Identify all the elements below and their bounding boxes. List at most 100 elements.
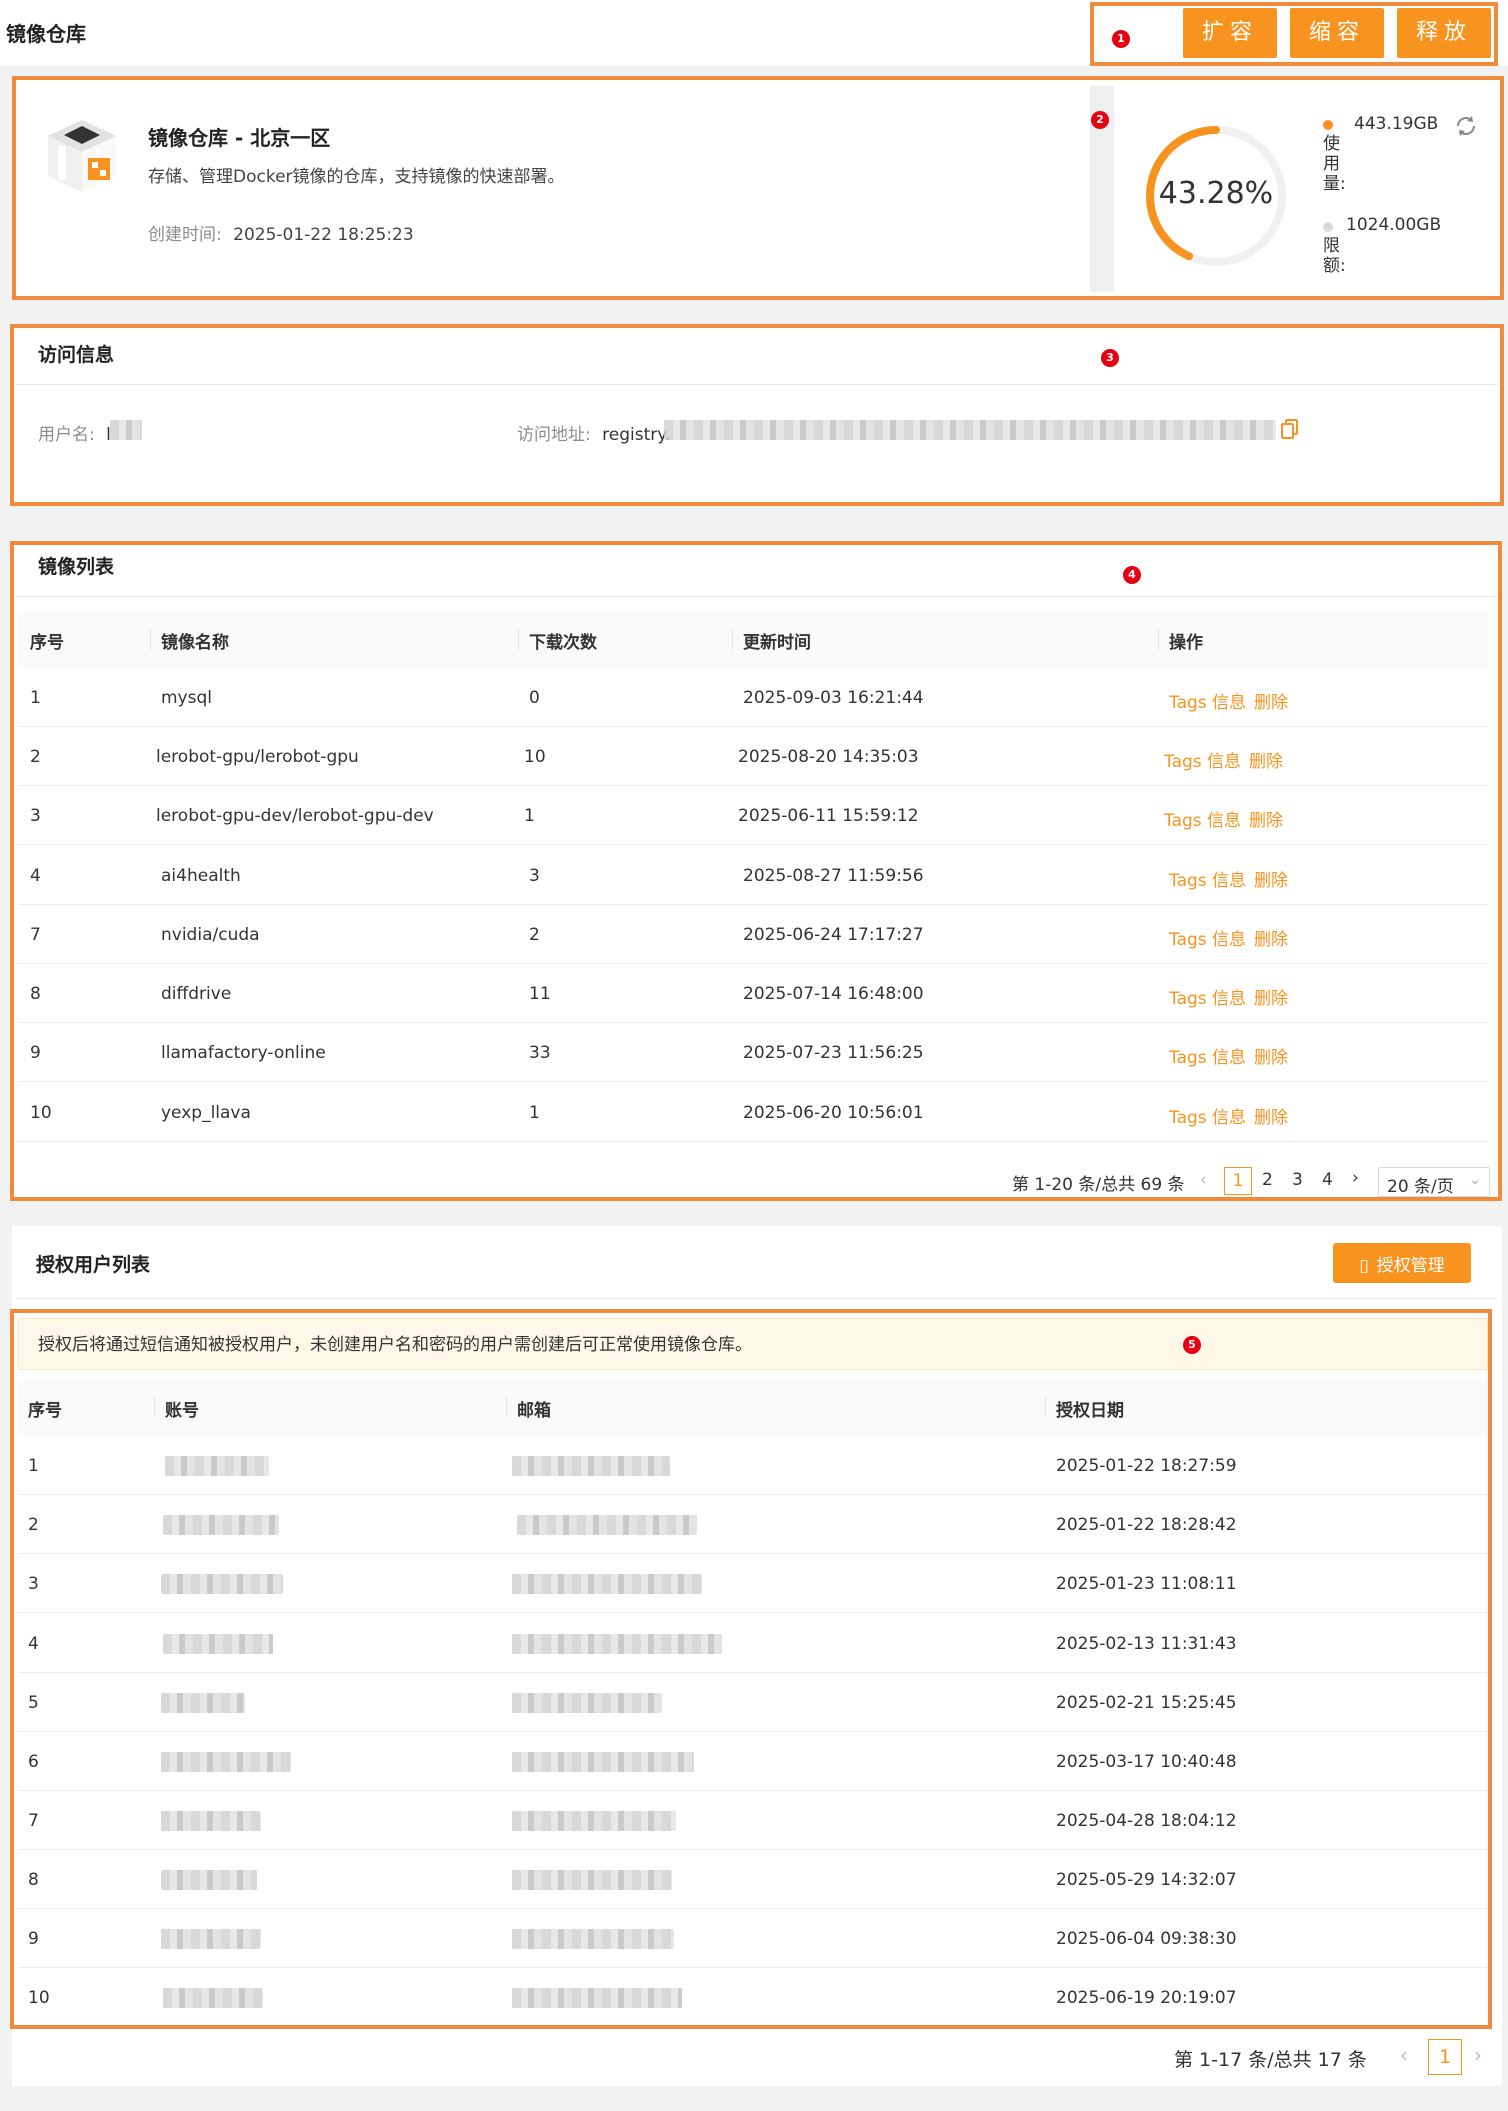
tags-info-link[interactable]: Tags 信息 — [1169, 984, 1246, 1009]
delete-link[interactable]: 删除 — [1254, 1043, 1288, 1068]
auth-col-sep-2 — [506, 1396, 507, 1418]
address-row: 访问地址: registry. — [517, 420, 670, 445]
usage-percent: 43.28% — [1158, 176, 1274, 211]
tags-info-link[interactable]: Tags 信息 — [1169, 1043, 1246, 1068]
row-divider — [18, 726, 1488, 727]
auth-col-index: 序号 — [28, 1401, 62, 1421]
email-redacted — [512, 1811, 676, 1831]
row-divider — [18, 1672, 1488, 1673]
image-downloads: 33 — [529, 1043, 551, 1063]
auth-index: 5 — [28, 1693, 39, 1713]
expand-button[interactable]: 扩容 — [1183, 8, 1277, 58]
row-divider — [18, 1081, 1488, 1082]
copy-icon[interactable] — [1280, 418, 1300, 440]
image-name: nvidia/cuda — [161, 925, 260, 945]
image-col-sep-2 — [518, 628, 519, 650]
delete-link[interactable]: 删除 — [1254, 984, 1288, 1009]
auth-col-sep-1 — [154, 1396, 155, 1418]
annotation-marker-4: 4 — [1123, 566, 1141, 584]
access-divider — [16, 384, 1498, 385]
image-col-updated: 更新时间 — [743, 633, 811, 653]
auth-users-title: 授权用户列表 — [36, 1254, 151, 1276]
username-row: 用户名: l — [38, 420, 111, 445]
tags-info-link[interactable]: Tags 信息 — [1169, 866, 1246, 891]
account-redacted — [161, 1929, 261, 1949]
next-page-icon[interactable]: › — [1352, 1168, 1359, 1188]
auth-date: 2025-02-21 15:25:45 — [1056, 1693, 1237, 1713]
delete-link[interactable]: 删除 — [1249, 806, 1283, 831]
delete-link[interactable]: 删除 — [1254, 1103, 1288, 1128]
image-pagination-summary: 第 1-20 条/总共 69 条 — [1012, 1175, 1185, 1195]
image-page-4[interactable]: 4 — [1322, 1170, 1333, 1190]
image-name: mysql — [161, 688, 212, 708]
email-redacted — [512, 1870, 672, 1890]
delete-link[interactable]: 删除 — [1249, 747, 1283, 772]
image-page-2[interactable]: 2 — [1262, 1170, 1273, 1190]
row-divider — [18, 1141, 1488, 1142]
image-index: 1 — [30, 688, 41, 708]
prev-page-icon[interactable]: ‹ — [1200, 1170, 1207, 1190]
refresh-icon[interactable] — [1454, 114, 1478, 138]
auth-date: 2025-01-23 11:08:11 — [1056, 1574, 1237, 1594]
repo-description: 存储、管理Docker镜像的仓库，支持镜像的快速部署。 — [148, 167, 565, 187]
image-index: 4 — [30, 866, 41, 886]
release-button[interactable]: 释放 — [1397, 8, 1491, 58]
email-redacted — [512, 1752, 694, 1772]
limit-value: 1024.00GB — [1346, 215, 1442, 235]
document-icon: ▯ — [1359, 1255, 1369, 1276]
account-redacted — [161, 1811, 261, 1831]
page-size-select[interactable]: 20 条/页 ⌄ — [1378, 1167, 1490, 1197]
auth-index: 9 — [28, 1929, 39, 1949]
row-divider — [18, 1612, 1488, 1613]
auth-index: 2 — [28, 1515, 39, 1535]
image-updated: 2025-06-24 17:17:27 — [743, 925, 924, 945]
tags-info-link[interactable]: Tags 信息 — [1169, 688, 1246, 713]
limit-legend-dot — [1323, 222, 1333, 232]
account-redacted — [161, 1693, 245, 1713]
auth-date: 2025-01-22 18:27:59 — [1056, 1456, 1237, 1476]
image-page-3[interactable]: 3 — [1292, 1170, 1303, 1190]
email-redacted — [512, 1988, 682, 2008]
delete-link[interactable]: 删除 — [1254, 688, 1288, 713]
image-name: diffdrive — [161, 984, 232, 1004]
image-updated: 2025-08-27 11:59:56 — [743, 866, 924, 886]
row-divider — [18, 1731, 1488, 1732]
tags-info-link[interactable]: Tags 信息 — [1169, 925, 1246, 950]
image-col-sep-4 — [1158, 628, 1159, 650]
annotation-marker-3: 3 — [1101, 349, 1119, 367]
auth-date: 2025-03-17 10:40:48 — [1056, 1752, 1237, 1772]
image-page-1[interactable]: 1 — [1224, 1167, 1252, 1195]
shrink-button[interactable]: 缩容 — [1290, 8, 1384, 58]
address-label: 访问地址: — [517, 425, 591, 445]
image-col-sep-1 — [150, 628, 151, 650]
image-downloads: 10 — [524, 747, 546, 767]
auth-next-page-icon[interactable]: › — [1474, 2043, 1482, 2067]
row-divider — [18, 904, 1488, 905]
image-col-actions: 操作 — [1169, 633, 1203, 653]
image-name: lerobot-gpu-dev/lerobot-gpu-dev — [156, 806, 434, 826]
image-updated: 2025-08-20 14:35:03 — [738, 747, 919, 767]
image-index: 2 — [30, 747, 41, 767]
row-divider — [18, 963, 1488, 964]
tags-info-link[interactable]: Tags 信息 — [1169, 1103, 1246, 1128]
delete-link[interactable]: 删除 — [1254, 925, 1288, 950]
account-redacted — [165, 1456, 269, 1476]
auth-prev-page-icon[interactable]: ‹ — [1400, 2043, 1408, 2067]
image-index: 10 — [30, 1103, 52, 1123]
auth-page-1[interactable]: 1 — [1428, 2039, 1462, 2075]
auth-index: 4 — [28, 1634, 39, 1654]
image-updated: 2025-06-20 10:56:01 — [743, 1103, 924, 1123]
row-divider — [18, 1494, 1488, 1495]
auth-date: 2025-04-28 18:04:12 — [1056, 1811, 1237, 1831]
image-downloads: 0 — [529, 688, 540, 708]
email-redacted — [512, 1574, 702, 1594]
tags-info-link[interactable]: Tags 信息 — [1164, 806, 1241, 831]
auth-manage-button[interactable]: ▯ 授权管理 — [1333, 1243, 1471, 1283]
row-divider — [18, 1553, 1488, 1554]
auth-col-date: 授权日期 — [1056, 1401, 1124, 1421]
tags-info-link[interactable]: Tags 信息 — [1164, 747, 1241, 772]
image-downloads: 11 — [529, 984, 551, 1004]
used-legend-dot — [1323, 120, 1333, 130]
delete-link[interactable]: 删除 — [1254, 866, 1288, 891]
image-index: 7 — [30, 925, 41, 945]
